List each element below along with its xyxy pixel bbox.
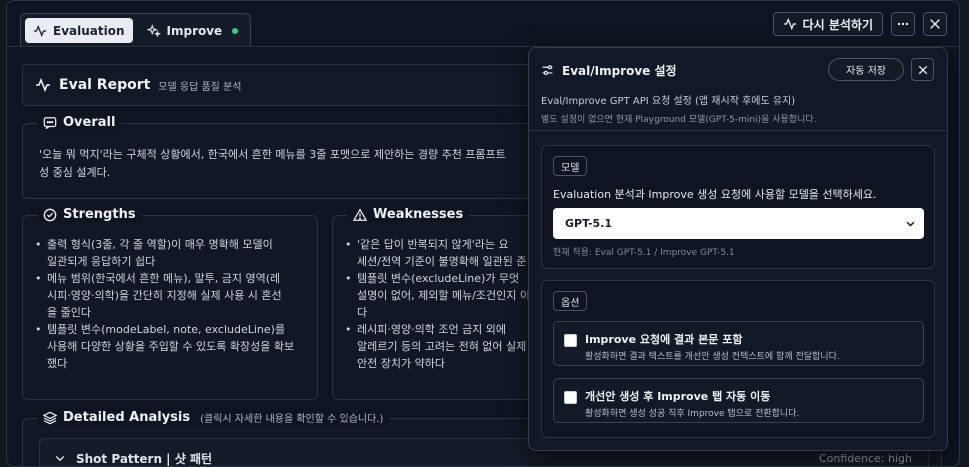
options-section-tag: 옵션 xyxy=(553,291,588,311)
tab-improve-label: Improve xyxy=(166,23,223,38)
activity-icon xyxy=(783,17,796,31)
activity-icon xyxy=(33,24,47,37)
close-button[interactable] xyxy=(923,12,947,36)
shot-pattern-confidence: Confidence: high xyxy=(818,452,912,465)
reanalyze-label: 다시 분석하기 xyxy=(802,17,873,32)
detailed-analysis-heading: Detailed Analysis (클릭시 자세한 내용을 확인할 수 있습니… xyxy=(37,410,390,425)
settings-description: Eval/Improve GPT API 요청 설정 (앱 재시작 후에도 유지… xyxy=(541,96,796,107)
model-select-value: GPT-5.1 xyxy=(565,217,613,230)
strengths-list: 출력 형식(3줄, 각 줄 역할)이 매우 명확해 모델이일관되게 응답하기 쉽… xyxy=(23,236,319,372)
reanalyze-button[interactable]: 다시 분석하기 xyxy=(772,12,883,36)
improve-status-dot xyxy=(232,27,239,34)
eval-modal: Evaluation Improve 다시 분석하기 Eval Report 모… xyxy=(6,0,960,467)
message-icon xyxy=(43,116,57,129)
list-item: 출력 형식(3줄, 각 줄 역할)이 매우 명확해 모델이일관되게 응답하기 쉽… xyxy=(23,236,319,270)
warning-icon xyxy=(353,207,367,221)
model-select[interactable]: GPT-5.1 xyxy=(553,208,924,239)
sliders-icon xyxy=(542,65,553,75)
auto-switch-checkbox[interactable] xyxy=(564,391,577,404)
strengths-heading: Strengths xyxy=(37,207,142,222)
settings-note: 별도 설정이 없으면 현재 Playground 모델(GPT-5-mini)을… xyxy=(541,115,817,125)
shot-pattern-title: Shot Pattern | 샷 패턴 xyxy=(76,451,213,466)
chevron-down-icon xyxy=(906,221,915,227)
strengths-card: Strengths 출력 형식(3줄, 각 줄 역할)이 매우 명확해 모델이일… xyxy=(22,207,319,400)
top-actions: 다시 분석하기 xyxy=(772,12,947,36)
check-circle-icon xyxy=(43,208,57,221)
close-icon xyxy=(918,65,927,74)
detailed-analysis-heading-label: Detailed Analysis xyxy=(63,410,191,425)
option-title: Improve 요청에 결과 본문 포함 xyxy=(585,333,743,346)
modal-topbar: Evaluation Improve 다시 분석하기 xyxy=(7,1,959,47)
tab-improve[interactable]: Improve xyxy=(139,18,247,43)
list-item: 템플릿 변수(modeLabel, note, excludeLine)를사용해… xyxy=(23,321,319,372)
settings-panel: Eval/Improve 설정 자동 저장 Eval/Improve GPT A… xyxy=(528,47,948,451)
detailed-analysis-hint: (클릭시 자세한 내용을 확인할 수 있습니다.) xyxy=(200,414,384,425)
weaknesses-heading-label: Weaknesses xyxy=(373,207,464,222)
close-icon xyxy=(930,19,940,29)
tab-evaluation[interactable]: Evaluation xyxy=(25,18,133,43)
option-auto-switch[interactable]: 개선안 생성 후 Improve 탭 자동 이동 활성화하면 생성 성공 직후 … xyxy=(553,378,924,423)
settings-close-button[interactable] xyxy=(911,58,934,81)
model-applied-text: 현재 적용: Eval GPT-5.1 / Improve GPT-5.1 xyxy=(553,248,735,258)
options-section: 옵션 Improve 요청에 결과 본문 포함 활성화하면 결과 텍스트를 개선… xyxy=(541,280,935,438)
tab-group: Evaluation Improve xyxy=(20,13,252,47)
option-description: 활성화하면 결과 텍스트를 개선안 생성 컨텍스트에 함께 전달합니다. xyxy=(585,352,840,362)
option-include-result[interactable]: Improve 요청에 결과 본문 포함 활성화하면 결과 텍스트를 개선안 생… xyxy=(553,321,924,366)
settings-panel-title: Eval/Improve 설정 xyxy=(541,62,677,79)
strengths-heading-label: Strengths xyxy=(63,207,136,222)
option-title: 개선안 생성 후 Improve 탭 자동 이동 xyxy=(585,390,771,403)
option-description: 활성화하면 생성 성공 직후 Improve 탭으로 전환합니다. xyxy=(585,409,800,419)
layers-icon xyxy=(43,411,57,424)
model-section-help: Evaluation 분석과 Improve 생성 요청에 사용할 모델을 선택… xyxy=(553,188,877,201)
more-button[interactable] xyxy=(891,12,915,36)
overall-heading: Overall xyxy=(37,115,122,130)
settings-divider xyxy=(529,130,947,131)
more-icon xyxy=(897,22,909,26)
include-result-checkbox[interactable] xyxy=(564,334,577,347)
model-section-tag: 모델 xyxy=(553,156,588,176)
tab-evaluation-label: Evaluation xyxy=(53,23,125,38)
list-item: 메뉴 범위(한국에서 흔한 메뉴), 말투, 금지 영역(레시피·영양·의학)을… xyxy=(23,270,319,321)
weaknesses-heading: Weaknesses xyxy=(347,207,470,222)
settings-title-label: Eval/Improve 설정 xyxy=(562,64,677,78)
chevron-down-icon xyxy=(55,456,65,462)
sparkle-icon xyxy=(146,23,161,37)
report-title: Eval Report xyxy=(59,77,151,93)
overall-heading-label: Overall xyxy=(63,115,116,130)
model-section: 모델 Evaluation 분석과 Improve 생성 요청에 사용할 모델을… xyxy=(541,145,935,269)
report-subtitle: 모델 응답 품질 분석 xyxy=(158,81,242,93)
activity-icon xyxy=(36,77,50,93)
autosave-button[interactable]: 자동 저장 xyxy=(828,58,904,81)
